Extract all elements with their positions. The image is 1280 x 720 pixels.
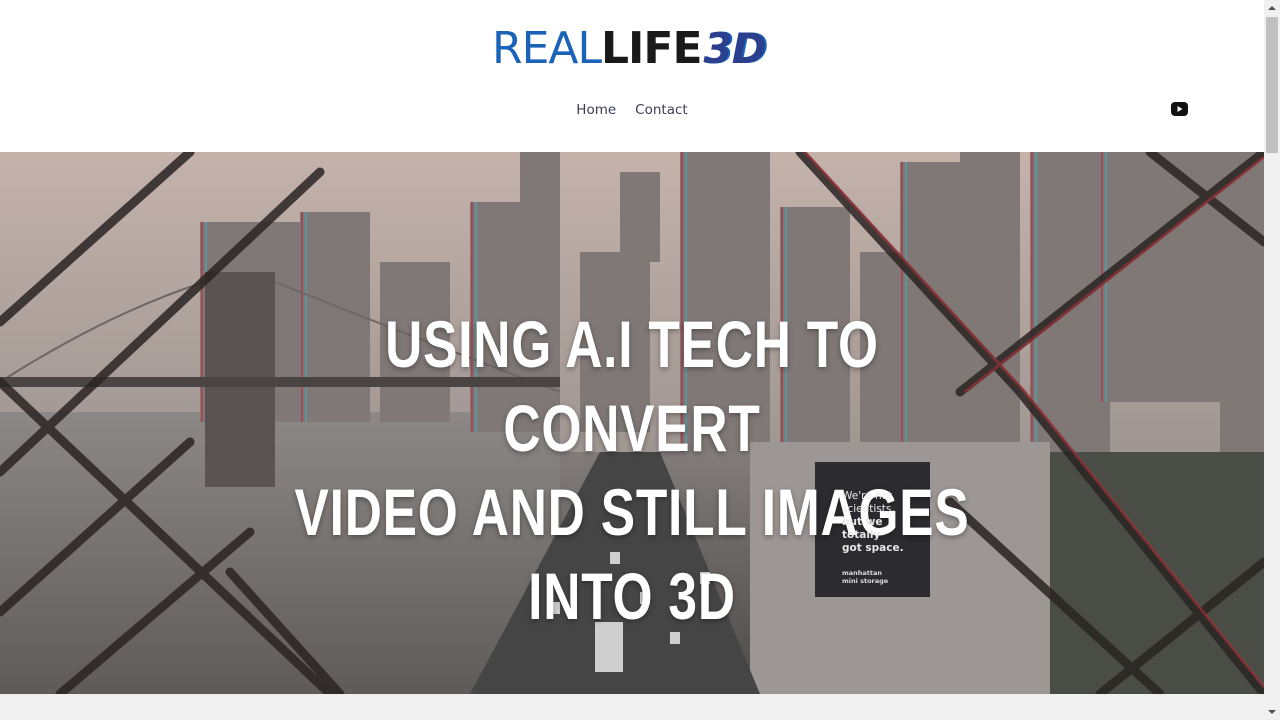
billboard-brand-line-2: mini storage: [842, 577, 889, 585]
billboard-line-4: got space.: [842, 542, 904, 554]
logo-3d-text: 3D: [703, 24, 767, 73]
next-section-strip: [0, 694, 1264, 720]
hero-title-line-1: USING A.I TECH TO CONVERT: [385, 307, 879, 465]
logo-life-text: LIFE: [601, 23, 703, 74]
page-scrollbar[interactable]: [1264, 0, 1280, 720]
youtube-icon[interactable]: [1171, 102, 1188, 116]
billboard-line-3: but we totally: [842, 516, 883, 541]
site-logo[interactable]: REAL LIFE 3D: [492, 23, 767, 74]
hero-title: USING A.I TECH TO CONVERT VIDEO AND STIL…: [281, 302, 983, 638]
billboard-text: We're not scientists, but we totally got…: [842, 490, 922, 585]
scroll-thumb[interactable]: [1266, 17, 1278, 153]
main-nav: Home Contact: [0, 100, 1264, 120]
scroll-down-arrow-icon[interactable]: [1268, 710, 1276, 714]
billboard-line-1: We're not: [842, 490, 893, 502]
logo-real-text: REAL: [492, 23, 602, 74]
page: REAL LIFE 3D Home Contact USING A.I TECH…: [0, 0, 1264, 720]
hero-banner: USING A.I TECH TO CONVERT VIDEO AND STIL…: [0, 152, 1264, 694]
scroll-up-arrow-icon[interactable]: [1268, 6, 1276, 10]
billboard-line-2: scientists,: [842, 503, 895, 515]
site-header: REAL LIFE 3D Home Contact: [0, 0, 1264, 152]
billboard-brand-line-1: manhattan: [842, 569, 883, 577]
nav-item-contact[interactable]: Contact: [635, 100, 688, 120]
nav-item-home[interactable]: Home: [576, 100, 616, 120]
